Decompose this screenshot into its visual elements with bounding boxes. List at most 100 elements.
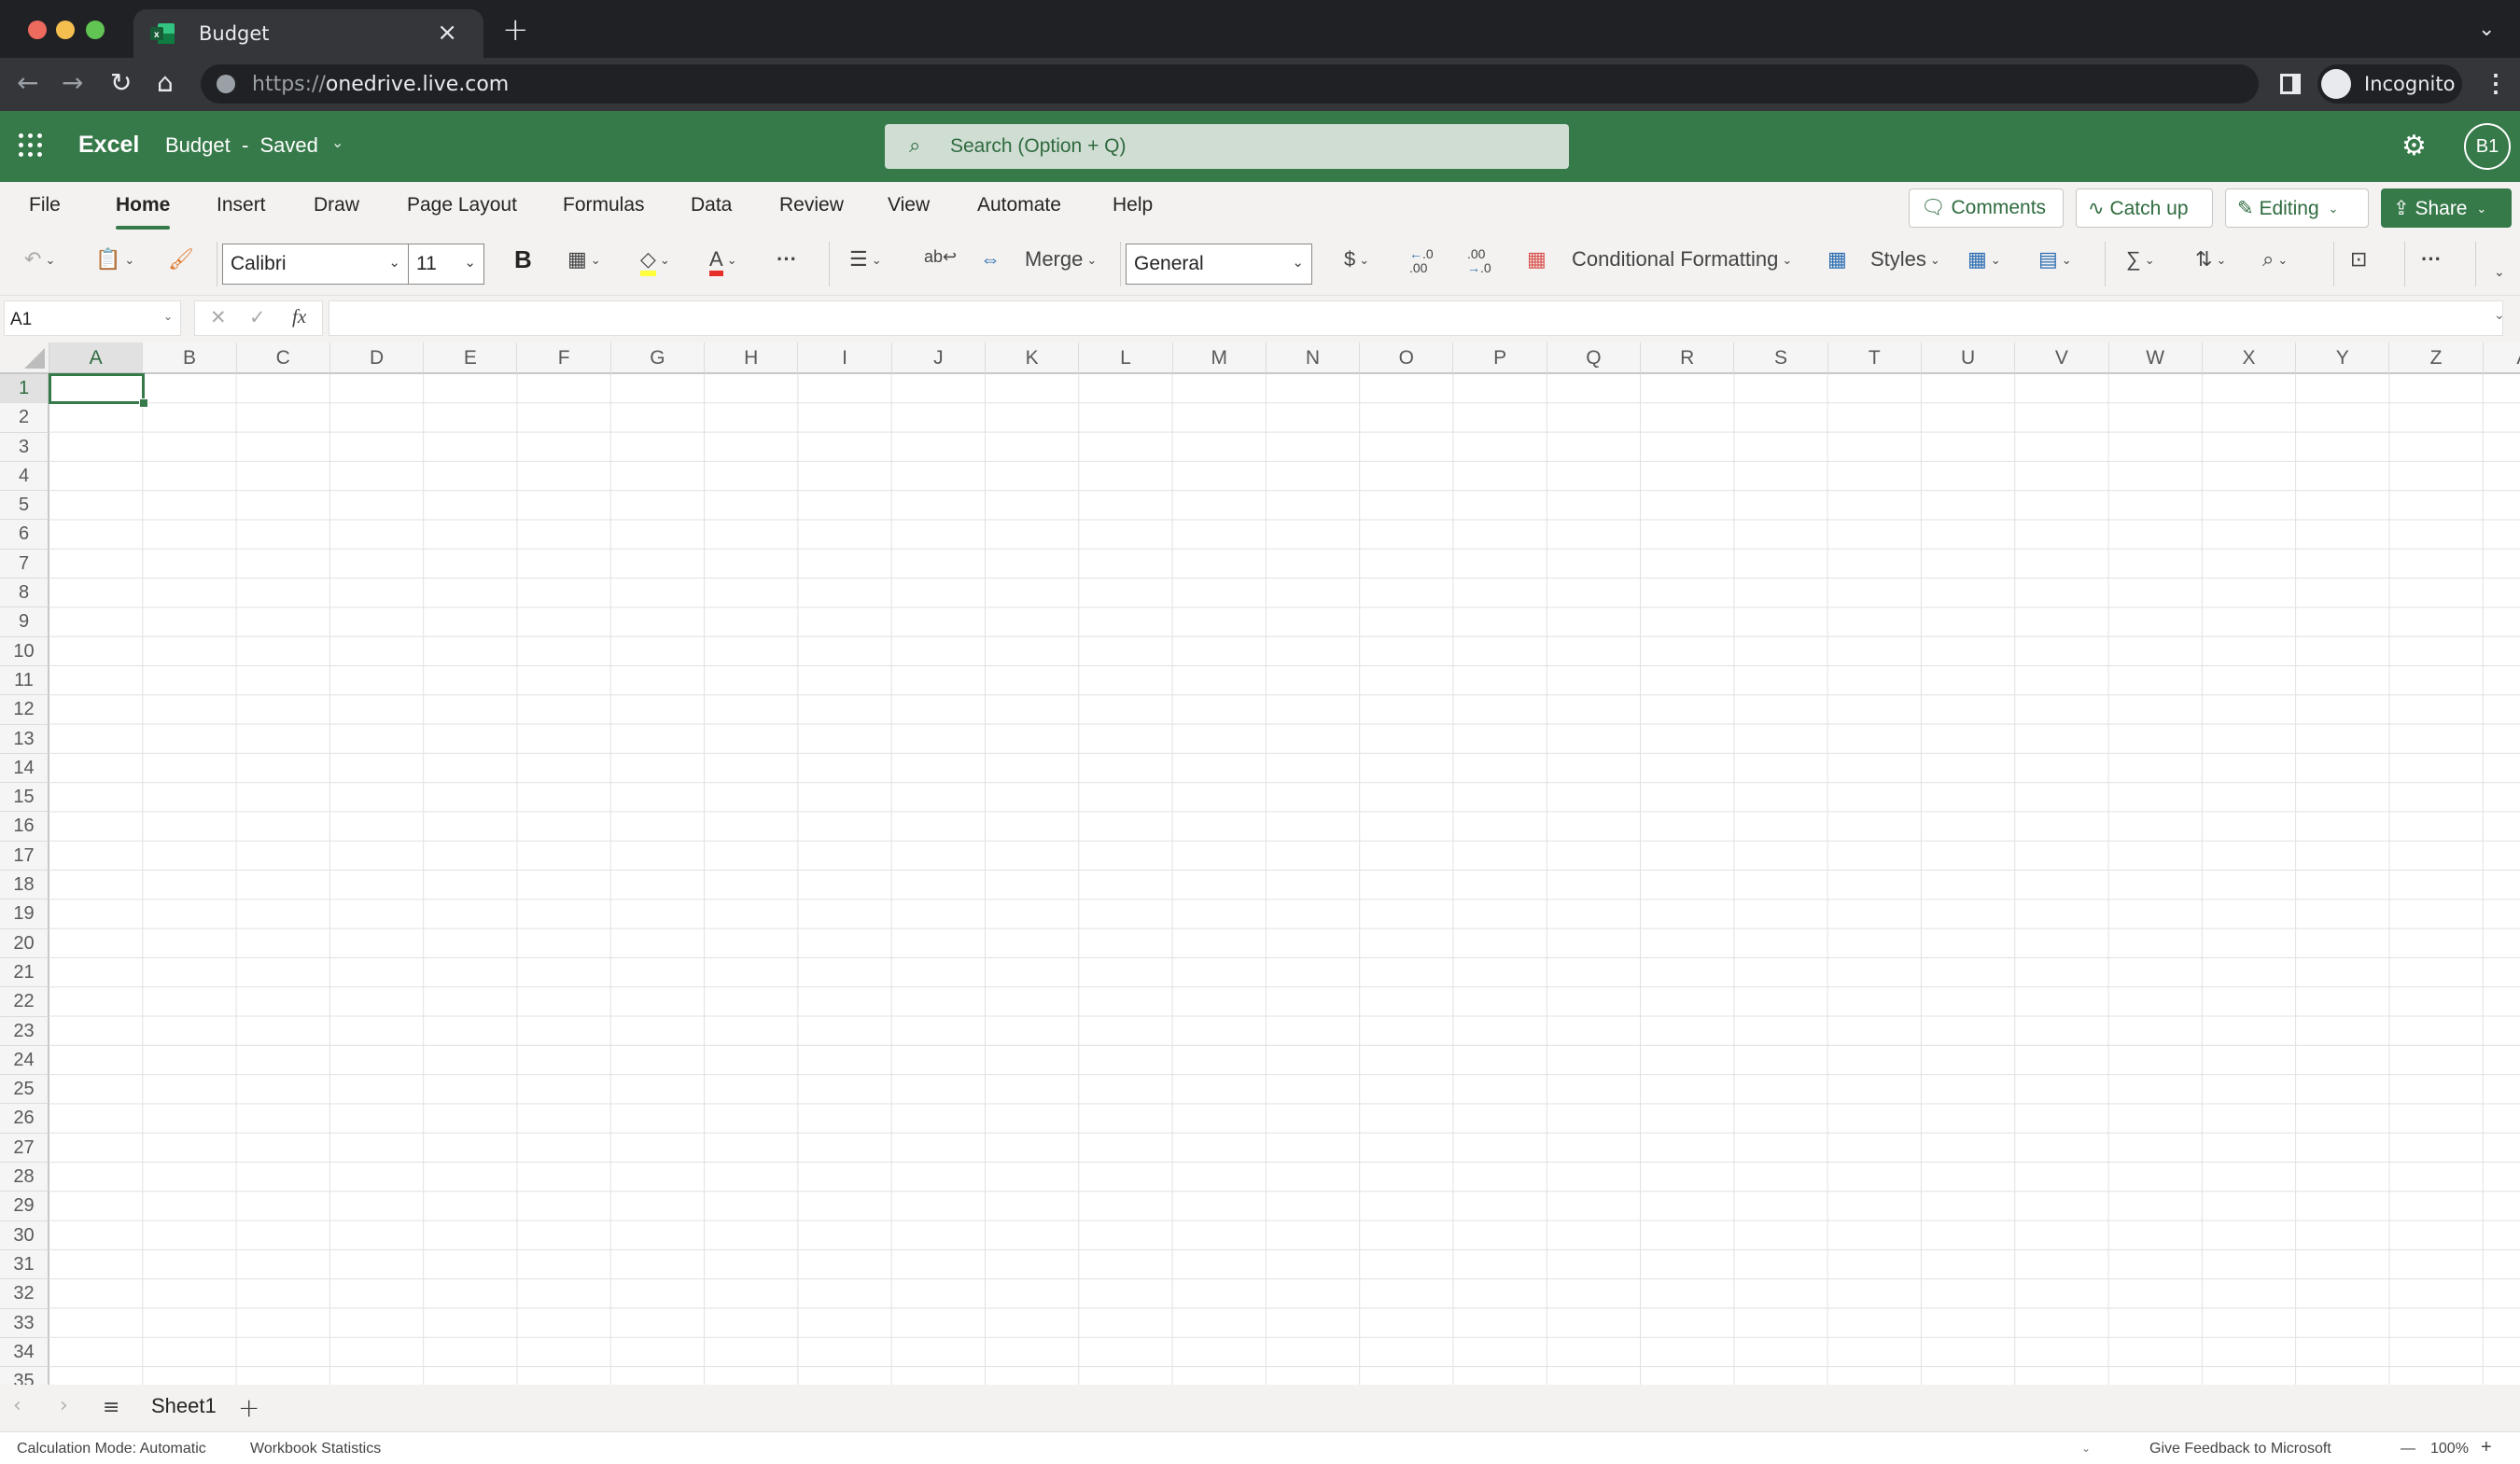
insert-cells-button[interactable]: ▤ ⌄: [2038, 247, 2072, 272]
paste-button[interactable]: 📋 ⌄: [95, 247, 134, 272]
row-header[interactable]: 9: [0, 607, 49, 637]
more-font-options-button[interactable]: ···: [777, 247, 797, 272]
increase-decimal-button[interactable]: ←.0.00: [1409, 247, 1434, 275]
row-header[interactable]: 19: [0, 899, 49, 929]
forward-icon[interactable]: →: [62, 67, 83, 98]
column-header[interactable]: N: [1266, 342, 1361, 374]
row-header[interactable]: 5: [0, 491, 49, 521]
font-color-button[interactable]: A ⌄: [709, 247, 737, 276]
row-header[interactable]: 6: [0, 520, 49, 550]
column-header[interactable]: L: [1079, 342, 1173, 374]
home-icon[interactable]: ⌂: [157, 67, 174, 98]
column-header[interactable]: G: [610, 342, 706, 374]
conditional-formatting-button[interactable]: Conditional Formatting ⌄: [1572, 247, 1792, 272]
status-chevron-down-icon[interactable]: ⌄: [2081, 1442, 2091, 1455]
zoom-level[interactable]: 100%: [2430, 1441, 2469, 1457]
search-input[interactable]: ⌕ Search (Option + Q): [885, 124, 1569, 169]
gear-icon[interactable]: ⚙: [2401, 130, 2427, 162]
bold-button[interactable]: B: [514, 245, 532, 274]
row-header[interactable]: 28: [0, 1163, 49, 1192]
column-header[interactable]: F: [517, 342, 611, 374]
incognito-badge[interactable]: Incognito: [2317, 64, 2462, 104]
comments-button[interactable]: 🗨 Comments: [1909, 188, 2064, 228]
tab-home[interactable]: Home: [116, 194, 171, 230]
analyze-data-icon[interactable]: ⊡: [2350, 247, 2367, 272]
app-name[interactable]: Excel: [78, 132, 139, 159]
sheet-tab[interactable]: Sheet1: [151, 1394, 217, 1437]
formula-input[interactable]: [329, 300, 2503, 336]
share-button[interactable]: ⇪ Share ⌄: [2381, 188, 2512, 228]
app-launcher-icon[interactable]: [19, 133, 43, 158]
row-header[interactable]: 13: [0, 724, 49, 754]
column-header[interactable]: M: [1172, 342, 1267, 374]
reload-icon[interactable]: ↻: [110, 67, 132, 98]
row-header[interactable]: 34: [0, 1337, 49, 1368]
row-header[interactable]: 25: [0, 1075, 49, 1105]
calculation-mode[interactable]: Calculation Mode: Automatic: [17, 1441, 206, 1457]
column-header[interactable]: J: [891, 342, 986, 374]
insert-function-icon[interactable]: fx: [292, 305, 306, 328]
row-header[interactable]: 30: [0, 1220, 49, 1250]
column-header[interactable]: D: [329, 342, 425, 374]
row-header[interactable]: 33: [0, 1308, 49, 1338]
more-options-button[interactable]: ···: [2421, 247, 2442, 272]
column-header[interactable]: P: [1453, 342, 1547, 374]
sort-filter-button[interactable]: ⇅ ⌄: [2195, 247, 2226, 272]
row-header[interactable]: 22: [0, 987, 49, 1017]
site-info-icon[interactable]: [217, 75, 235, 93]
tab-insert[interactable]: Insert: [217, 194, 266, 216]
number-format-select[interactable]: General ⌄: [1126, 244, 1312, 285]
next-sheet-icon[interactable]: ›: [60, 1394, 68, 1417]
tab-help[interactable]: Help: [1113, 194, 1153, 216]
column-header[interactable]: Q: [1547, 342, 1642, 374]
row-header[interactable]: 8: [0, 579, 49, 608]
tab-view[interactable]: View: [888, 194, 930, 216]
row-header[interactable]: 4: [0, 461, 49, 492]
selected-cell[interactable]: [49, 373, 148, 408]
tab-search-chevron-icon[interactable]: ⌄: [2478, 17, 2495, 41]
row-header[interactable]: 21: [0, 957, 49, 988]
find-button[interactable]: ⌕ ⌄: [2262, 247, 2288, 272]
row-header[interactable]: 24: [0, 1045, 49, 1076]
column-header[interactable]: I: [798, 342, 892, 374]
row-header[interactable]: 7: [0, 549, 49, 579]
zoom-in-button[interactable]: +: [2481, 1437, 2492, 1458]
row-header[interactable]: 3: [0, 432, 49, 462]
column-header[interactable]: K: [985, 342, 1080, 374]
cell-area[interactable]: [49, 374, 2520, 1385]
merge-icon[interactable]: ⇔: [980, 247, 1001, 272]
tab-page-layout[interactable]: Page Layout: [407, 194, 517, 216]
row-header[interactable]: 12: [0, 695, 49, 725]
tab-automate[interactable]: Automate: [977, 194, 1061, 216]
add-sheet-button[interactable]: +: [238, 1392, 259, 1423]
all-sheets-menu-icon[interactable]: ≡: [103, 1396, 119, 1419]
column-header[interactable]: H: [705, 342, 799, 374]
feedback-link[interactable]: Give Feedback to Microsoft: [2149, 1441, 2331, 1457]
editing-mode-button[interactable]: ✎ Editing ⌄: [2225, 188, 2369, 228]
format-painter-icon[interactable]: 🖌: [168, 247, 194, 272]
cancel-icon[interactable]: ✕: [210, 306, 227, 329]
close-window-button[interactable]: [28, 21, 47, 39]
avatar[interactable]: B1: [2464, 123, 2511, 170]
chevron-down-icon[interactable]: ⌄: [331, 133, 343, 152]
column-header[interactable]: U: [1921, 342, 2016, 374]
catch-up-button[interactable]: ∿ Catch up: [2076, 188, 2213, 228]
row-header[interactable]: 10: [0, 636, 49, 666]
wrap-text-icon[interactable]: ab↩: [924, 247, 957, 267]
column-header[interactable]: V: [2015, 342, 2109, 374]
side-panel-icon[interactable]: [2280, 74, 2301, 94]
tab-review[interactable]: Review: [779, 194, 844, 216]
back-icon[interactable]: ←: [17, 67, 38, 98]
column-header[interactable]: C: [236, 342, 330, 374]
row-header[interactable]: 20: [0, 928, 49, 958]
close-tab-icon[interactable]: ×: [437, 19, 457, 47]
fill-color-button[interactable]: ◇ ⌄: [640, 247, 670, 276]
row-header[interactable]: 2: [0, 403, 49, 433]
browser-tab[interactable]: x Budget ×: [133, 9, 483, 58]
row-header[interactable]: 29: [0, 1192, 49, 1221]
row-header[interactable]: 11: [0, 665, 49, 696]
name-box[interactable]: A1 ⌄: [4, 300, 181, 336]
row-header[interactable]: 31: [0, 1249, 49, 1280]
merge-button[interactable]: Merge ⌄: [1025, 247, 1097, 272]
row-header[interactable]: 35: [0, 1367, 49, 1385]
